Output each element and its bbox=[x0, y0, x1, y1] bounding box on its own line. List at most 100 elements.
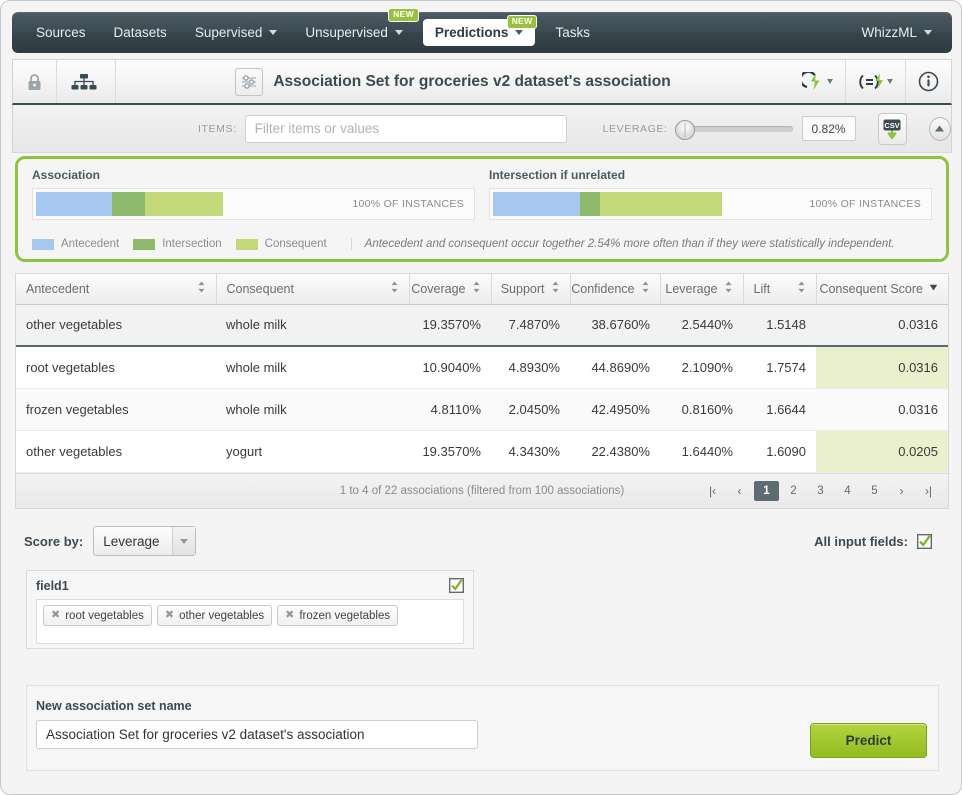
cell-score: 0.0316 bbox=[816, 304, 948, 347]
table-row[interactable]: other vegetables yogurt 19.3570% 4.3430% 22.… bbox=[16, 430, 948, 473]
cell-consequent: yogurt bbox=[216, 430, 409, 473]
legend-items: Antecedent Intersection Consequent bbox=[32, 238, 341, 250]
table-row[interactable]: frozen vegetables whole milk 4.8110% 2.0450… bbox=[16, 388, 948, 431]
association-bar-frame: 100% OF INSTANCES bbox=[32, 188, 475, 220]
column-header-label: Confidence bbox=[571, 281, 635, 296]
nav-items: Sources Datasets Supervised Unsupervised NEW… bbox=[12, 8, 604, 53]
nav-item-supervised[interactable]: Supervised bbox=[181, 12, 292, 53]
nav-item-datasets[interactable]: Datasets bbox=[100, 12, 181, 53]
intersection-segment bbox=[111, 192, 146, 216]
chevron-down-icon bbox=[269, 30, 278, 35]
search-input[interactable] bbox=[244, 114, 567, 143]
new-badge: NEW bbox=[506, 15, 538, 29]
value-tag[interactable]: ✖ frozen vegetables bbox=[277, 605, 399, 626]
legend-swatch bbox=[235, 238, 258, 250]
sort-both-icon bbox=[641, 281, 650, 296]
cell-consequent: whole milk bbox=[216, 388, 409, 431]
association-bars: Association 100% OF INSTANCES Intersecti… bbox=[18, 159, 946, 229]
cell-confidence: 38.6760% bbox=[570, 304, 660, 347]
instances-label: 100% OF INSTANCES bbox=[809, 198, 921, 210]
new-association-set-name-input[interactable] bbox=[36, 720, 478, 749]
leverage-slider[interactable] bbox=[674, 119, 793, 140]
column-header-confidence[interactable]: Confidence bbox=[570, 274, 661, 305]
column-header-consequent[interactable]: Consequent bbox=[216, 274, 410, 305]
field-header: field1 bbox=[36, 578, 464, 593]
column-header-coverage[interactable]: Coverage bbox=[409, 274, 492, 305]
intersection-column: Intersection if unrelated 100% OF INSTAN… bbox=[482, 159, 946, 229]
intersection-title: Intersection if unrelated bbox=[489, 168, 626, 182]
column-header-label: Lift bbox=[753, 281, 771, 296]
pagination-page-number-4[interactable]: 4 bbox=[835, 481, 860, 501]
sort-desc-icon bbox=[929, 281, 938, 296]
column-header-support[interactable]: Support bbox=[491, 274, 571, 305]
field-checkbox[interactable] bbox=[449, 578, 464, 593]
chevron-down-icon bbox=[394, 30, 403, 35]
remove-tag-icon[interactable]: ✖ bbox=[51, 610, 60, 621]
predict-button[interactable]: Predict bbox=[810, 723, 927, 758]
consequent-segment bbox=[599, 192, 723, 216]
remove-tag-icon[interactable]: ✖ bbox=[285, 610, 294, 621]
score-by-value: Leverage bbox=[103, 533, 160, 549]
all-input-fields-checkbox[interactable] bbox=[917, 533, 932, 549]
pagination-last[interactable]: ›| bbox=[916, 481, 941, 501]
column-header-antecedent[interactable]: Antecedent bbox=[16, 274, 217, 305]
value-tag[interactable]: ✖ root vegetables bbox=[43, 605, 152, 626]
lightning-refresh-icon[interactable] bbox=[790, 60, 846, 103]
cell-leverage: 1.6440% bbox=[660, 430, 743, 473]
nav-item-tasks[interactable]: Tasks bbox=[541, 12, 604, 53]
value-tag[interactable]: ✖ other vegetables bbox=[156, 605, 273, 626]
legend-item: Antecedent bbox=[32, 238, 119, 250]
lock-icon[interactable] bbox=[13, 60, 57, 103]
sort-both-icon bbox=[472, 281, 481, 296]
column-header-consequent-score[interactable]: Consequent Score bbox=[816, 274, 948, 305]
pagination-page-number-3[interactable]: 3 bbox=[808, 481, 833, 501]
nav-account-whizzml[interactable]: WhizzML bbox=[857, 25, 936, 40]
slider-handle[interactable] bbox=[674, 119, 695, 140]
remove-tag-icon[interactable]: ✖ bbox=[165, 610, 174, 621]
pagination-page-number-2[interactable]: 2 bbox=[781, 481, 806, 501]
association-summary-panel: Association 100% OF INSTANCES Intersecti… bbox=[15, 156, 949, 262]
cell-support: 7.4870% bbox=[491, 304, 570, 347]
cell-lift: 1.6090 bbox=[743, 430, 816, 473]
score-by-select[interactable]: Leverage bbox=[93, 526, 197, 556]
score-by-label: Score by: bbox=[24, 533, 84, 549]
nav-item-predictions[interactable]: Predictions NEW bbox=[422, 15, 538, 46]
cell-antecedent: frozen vegetables bbox=[16, 388, 216, 431]
table-row[interactable]: other vegetables whole milk 19.3570% 7.4870… bbox=[16, 304, 948, 347]
column-header-leverage[interactable]: Leverage bbox=[660, 274, 744, 305]
column-header-label: Support bbox=[500, 281, 545, 296]
column-header-lift[interactable]: Lift bbox=[743, 274, 817, 305]
intersection-bar bbox=[493, 192, 723, 216]
nav-item-sources[interactable]: Sources bbox=[22, 12, 100, 53]
cell-consequent: whole milk bbox=[216, 346, 409, 389]
table-row[interactable]: root vegetables whole milk 10.9040% 4.8930%… bbox=[16, 346, 948, 389]
pagination-page-number-1[interactable]: 1 bbox=[754, 480, 779, 501]
equals-lightning-icon[interactable] bbox=[846, 60, 906, 103]
collapse-up-icon[interactable] bbox=[928, 116, 951, 141]
pagination-page-number-5[interactable]: 5 bbox=[862, 481, 887, 501]
nav-item-unsupervised[interactable]: Unsupervised NEW bbox=[291, 8, 419, 53]
model-tree-icon[interactable] bbox=[57, 60, 116, 103]
value-tag-label: root vegetables bbox=[65, 609, 144, 622]
app-window: Sources Datasets Supervised Unsupervised NEW… bbox=[0, 0, 962, 795]
pagination-next[interactable]: › bbox=[889, 481, 914, 501]
filter-toolbar: ITEMS: LEVERAGE: 0.82% CSV bbox=[12, 105, 952, 153]
nav-item-label: Tasks bbox=[555, 25, 590, 40]
pagination-prev[interactable]: ‹ bbox=[727, 481, 752, 501]
pagination-first[interactable]: |‹ bbox=[700, 481, 725, 501]
top-navigation: Sources Datasets Supervised Unsupervised NEW… bbox=[12, 8, 952, 53]
cell-coverage: 4.8110% bbox=[409, 388, 491, 431]
sort-both-icon bbox=[390, 281, 399, 296]
sort-both-icon bbox=[797, 281, 806, 296]
column-header-label: Antecedent bbox=[26, 281, 90, 296]
cell-antecedent: root vegetables bbox=[16, 346, 216, 389]
cell-antecedent: other vegetables bbox=[16, 430, 216, 473]
cell-leverage: 2.5440% bbox=[660, 304, 743, 347]
cell-confidence: 44.8690% bbox=[570, 346, 660, 389]
associations-table: Antecedent Consequent Coverage Support Confi… bbox=[15, 273, 949, 509]
intersection-bar-frame: 100% OF INSTANCES bbox=[489, 188, 932, 220]
association-column: Association 100% OF INSTANCES bbox=[18, 159, 482, 229]
info-icon[interactable] bbox=[906, 60, 951, 103]
pagination: |‹ ‹ 1 2 3 4 5 › ›| bbox=[699, 480, 948, 501]
csv-download-button[interactable]: CSV bbox=[877, 112, 907, 145]
